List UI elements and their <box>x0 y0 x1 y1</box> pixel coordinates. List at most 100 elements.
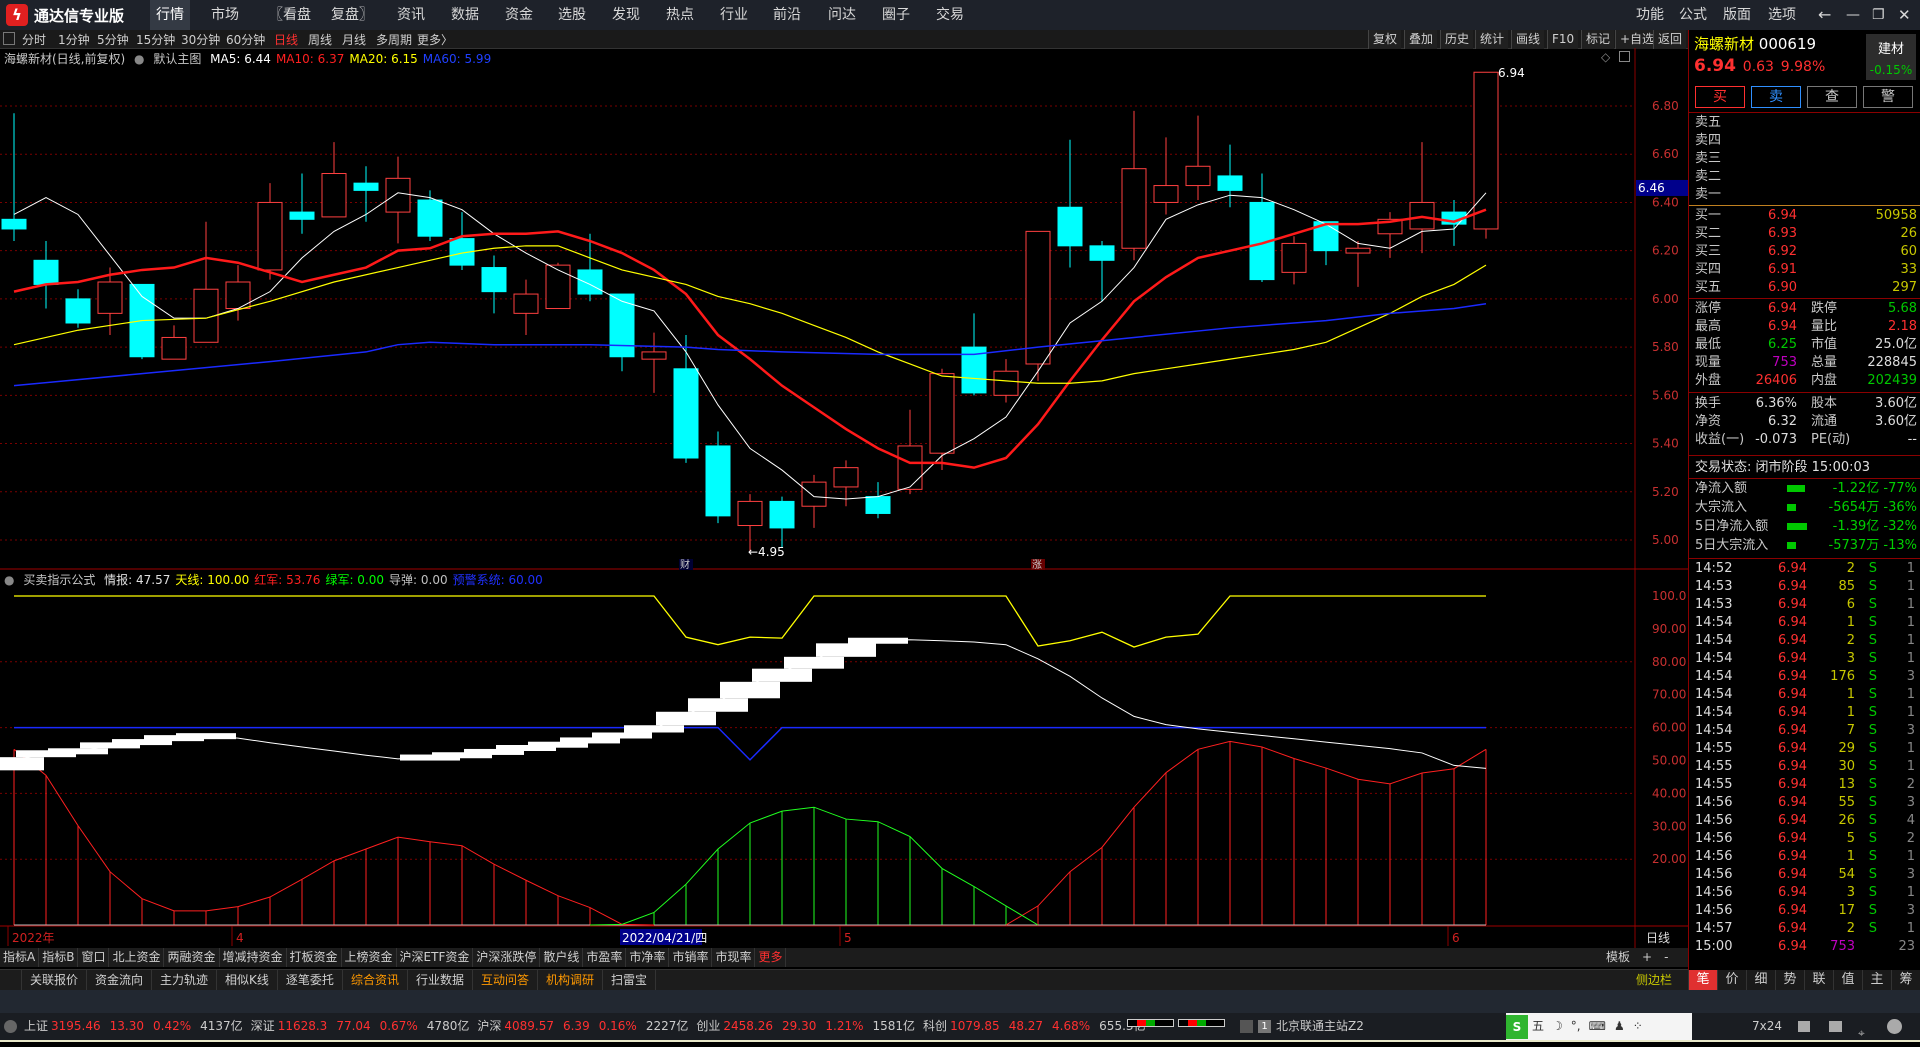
restore-button[interactable]: ❐ <box>1872 0 1885 30</box>
index-item[interactable]: 深证 11628.3 77.04 0.67% 4780亿 <box>251 1019 470 1033</box>
side-tab[interactable]: 筹 <box>1891 970 1920 990</box>
tick-time: 15:00 <box>1695 939 1733 954</box>
ime-button[interactable]: °, <box>1571 1013 1581 1040</box>
minimize-button[interactable]: — <box>1846 0 1860 30</box>
tick-time: 14:52 <box>1695 561 1733 576</box>
index-item[interactable]: 上证 3195.46 13.30 0.42% 4137亿 <box>24 1019 243 1033</box>
indicator-tab[interactable]: 指标B <box>39 948 79 967</box>
ime-toolbar[interactable]: S 五 ☽ °, ⌨ ♟ ⁘ <box>1506 1013 1692 1040</box>
index-item[interactable]: 创业 2458.26 29.30 1.21% 1581亿 <box>696 1019 915 1033</box>
close-button[interactable]: ✕ <box>1898 0 1911 30</box>
trade-button-2[interactable]: 查 <box>1807 86 1857 108</box>
bottom-tab[interactable]: 机构调研 <box>538 970 603 990</box>
flow-bar <box>1787 542 1796 549</box>
sidebar-toggle[interactable]: 侧边栏 <box>1636 970 1672 990</box>
trade-button-0[interactable]: 买 <box>1695 86 1745 108</box>
indicator-tab[interactable]: 指标A <box>0 948 40 967</box>
bottom-tab[interactable]: 资金流向 <box>87 970 153 990</box>
monitor-icon[interactable] <box>1829 1021 1842 1032</box>
side-tab[interactable]: 主 <box>1862 970 1891 990</box>
back-icon[interactable]: ← <box>1818 0 1831 30</box>
side-tab[interactable]: 值 <box>1833 970 1862 990</box>
diamond-icon[interactable]: ◇ <box>1601 50 1610 64</box>
bottom-tab[interactable]: 互动问答 <box>473 970 538 990</box>
kline-chart[interactable]: 6.80 6.60 6.40 6.20 6.00 5.80 5.60 5.40 5.20 5.00… <box>0 0 1690 948</box>
index-pct: 1.21% <box>825 1019 864 1033</box>
bottom-tab[interactable]: 扫雷宝 <box>603 970 657 990</box>
indicator-control[interactable]: + <box>1636 948 1658 967</box>
indicator-menu-icon[interactable]: ● <box>4 573 14 587</box>
signal-icon[interactable] <box>1240 1020 1253 1033</box>
indicator-tab[interactable]: 打板资金 <box>287 948 342 967</box>
indicator-tab[interactable]: 窗口 <box>78 948 110 967</box>
indicator-tab[interactable]: 散户线 <box>540 948 584 967</box>
flow-label: 大宗流入 <box>1695 500 1748 515</box>
indicator-tab[interactable]: 市盈率 <box>583 948 627 967</box>
tick-volume: 17 <box>1838 903 1855 918</box>
tick-volume: 1 <box>1846 705 1855 720</box>
bottom-tab[interactable]: 综合资讯 <box>343 970 408 990</box>
flow-label: 净流入额 <box>1695 481 1748 496</box>
ime-button[interactable]: ⁘ <box>1633 1013 1643 1040</box>
candle-up <box>257 201 283 271</box>
bottom-tab[interactable]: 相似K线 <box>217 970 278 990</box>
tick-side: S <box>1868 813 1877 828</box>
intel-block <box>720 681 780 699</box>
side-tab[interactable]: 价 <box>1717 970 1746 990</box>
trade-button-3[interactable]: 警 <box>1863 86 1913 108</box>
trade-button-1[interactable]: 卖 <box>1751 86 1801 108</box>
indicator-tab[interactable]: 市现率 <box>712 948 756 967</box>
intel-block <box>848 637 908 644</box>
indicator-name[interactable]: 买卖指示公式 <box>23 573 95 587</box>
power-icon[interactable] <box>1887 1019 1902 1034</box>
indicator-control[interactable]: 模板 <box>1600 948 1636 967</box>
stat-value: 228845 <box>1867 355 1917 370</box>
bottom-tab[interactable]: 行业数据 <box>408 970 473 990</box>
tick-volume: 55 <box>1838 795 1855 810</box>
index-name: 上证 <box>24 1019 49 1033</box>
index-item[interactable]: 科创 1079.85 48.27 4.68% 655.3亿 <box>923 1019 1145 1033</box>
expand-icon[interactable] <box>4 1020 17 1033</box>
layout-toggle-icon[interactable] <box>1619 51 1630 62</box>
index-item[interactable]: 沪深 4089.57 6.39 0.16% 2227亿 <box>477 1019 688 1033</box>
tick-row: 14:56 6.94 54 S 3 <box>1695 866 1917 884</box>
indicator-tab[interactable]: 市净率 <box>626 948 670 967</box>
indicator-tab[interactable]: 沪深涨跌停 <box>473 948 541 967</box>
indicator-tab[interactable]: 增减持资金 <box>220 948 287 967</box>
right-menu-3[interactable]: 选项 <box>1768 0 1796 30</box>
flow-row: 大宗流入 -5654万 -36% <box>1695 499 1917 517</box>
calendar-icon[interactable] <box>1798 1021 1810 1032</box>
bottom-tab[interactable]: 逐笔委托 <box>278 970 343 990</box>
tick-price: 6.94 <box>1778 759 1807 774</box>
index-chg: 13.30 <box>109 1019 144 1033</box>
ime-button[interactable]: ☽ <box>1552 1013 1563 1040</box>
indicator-tab[interactable]: 沪深ETF资金 <box>397 948 474 967</box>
side-tab[interactable]: 笔 <box>1688 970 1717 990</box>
server-name[interactable]: 北京联通主站Z2 <box>1276 1013 1364 1040</box>
side-tab[interactable]: 细 <box>1746 970 1775 990</box>
bottom-tab[interactable]: 关联报价 <box>22 970 88 990</box>
ime-button[interactable]: ♟ <box>1614 1013 1625 1040</box>
indicator-tab[interactable]: 上榜资金 <box>342 948 397 967</box>
indicator-tab[interactable]: 北上资金 <box>109 948 165 967</box>
intel-block <box>624 725 684 733</box>
ask-row: 卖三 <box>1695 150 1917 168</box>
satellite-icon[interactable]: ⌖ <box>1858 1020 1865 1047</box>
right-menu-2[interactable]: 版面 <box>1723 0 1751 30</box>
indicator-tab[interactable]: 市销率 <box>669 948 713 967</box>
indicator-control[interactable]: - <box>1658 948 1674 967</box>
price-tick-label: 6.40 <box>1652 195 1679 209</box>
sector-box[interactable]: 建材 -0.15% <box>1866 34 1916 80</box>
candle-up <box>1281 242 1307 273</box>
bottom-tab[interactable]: 主力轨迹 <box>152 970 218 990</box>
tick-row: 14:55 6.94 13 S 2 <box>1695 776 1917 794</box>
indicator-tab[interactable]: 两融资金 <box>164 948 220 967</box>
ime-button[interactable]: ⌨ <box>1589 1013 1606 1040</box>
side-tab[interactable]: 势 <box>1775 970 1804 990</box>
indicator-tab[interactable]: 更多 <box>755 948 787 967</box>
collapse-icon[interactable] <box>0 970 22 990</box>
side-tab[interactable]: 联 <box>1804 970 1833 990</box>
quote-panel: 海螺新材 000619 建材 -0.15% 6.94 0.63 9.98% 买卖… <box>1688 30 1920 992</box>
stat-row: 最高 6.94 量比 2.18 <box>1695 318 1917 336</box>
ime-button[interactable]: 五 <box>1532 1013 1544 1040</box>
